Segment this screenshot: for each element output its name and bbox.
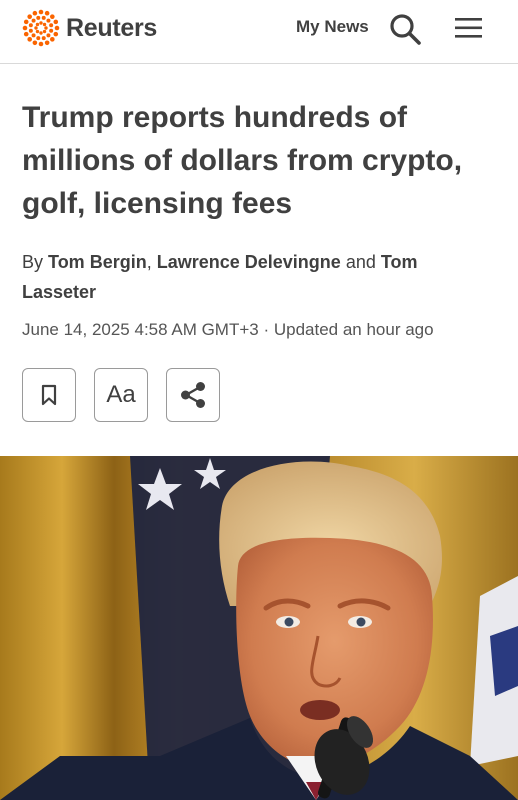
author-link[interactable]: Lawrence Delevingne <box>157 252 341 272</box>
byline-and: and <box>345 252 376 272</box>
search-icon <box>390 14 421 45</box>
logo-text: Reuters <box>66 13 157 42</box>
bookmark-button[interactable] <box>22 368 76 422</box>
hamburger-menu-icon <box>455 18 482 38</box>
reuters-logo[interactable]: Reuters <box>22 9 157 47</box>
author-link[interactable]: Tom Bergin <box>48 252 147 272</box>
bookmark-icon <box>41 384 57 406</box>
article-dateline: June 14, 2025 4:58 AM GMT+3 · Updated an… <box>22 320 434 339</box>
byline-comma: , <box>146 252 152 272</box>
menu-button[interactable] <box>454 15 484 41</box>
reuters-dot-ring-icon <box>22 9 60 47</box>
my-news-link[interactable]: My News <box>296 17 369 37</box>
article-lead-photo <box>0 456 518 800</box>
text-size-icon: Aa <box>106 381 136 408</box>
search-button[interactable] <box>388 12 422 46</box>
byline-prefix: By <box>22 252 44 272</box>
top-nav-bar: Reuters My News <box>0 0 518 64</box>
article-headline: Trump reports hundreds of millions of do… <box>22 101 463 220</box>
share-icon <box>181 382 205 408</box>
share-button[interactable] <box>166 368 220 422</box>
text-size-button[interactable]: Aa <box>94 368 148 422</box>
byline: By Tom Bergin, Lawrence Delevingne and T… <box>22 247 492 307</box>
